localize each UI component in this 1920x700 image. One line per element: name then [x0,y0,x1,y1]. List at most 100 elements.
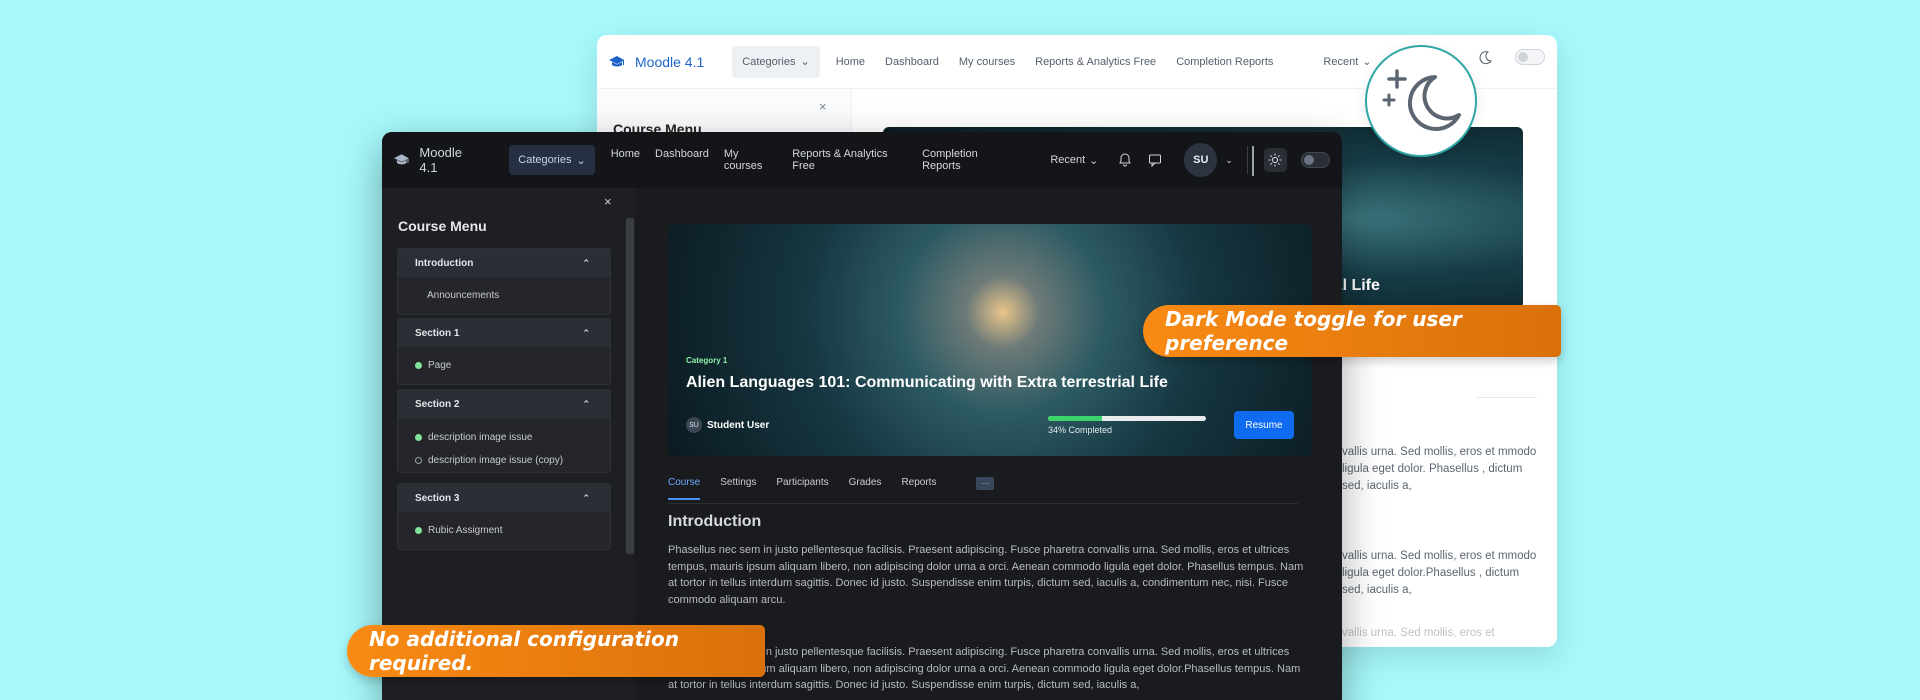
activity-item[interactable]: description image issue (copy) [398,449,610,472]
incomplete-dot-icon [415,457,422,464]
no-config-callout: No additional configuration required. [347,625,765,677]
nav-dashboard[interactable]: Dashboard [655,148,709,172]
graduation-cap-icon [394,154,409,165]
categories-label: Categories [518,154,572,166]
activity-label: description image issue [428,432,533,443]
section-header[interactable]: Section 1 ⌃ [398,319,610,347]
recent-label: Recent [1050,154,1086,166]
student-name: Student User [707,420,770,431]
nav-home[interactable]: Home [836,56,865,68]
completion-dot-icon [415,362,422,369]
nav-completion-reports[interactable]: Completion Reports [1176,56,1273,68]
tab-reports[interactable]: Reports [901,477,936,488]
activity-label: Announcements [427,290,500,301]
nav-my-courses[interactable]: My courses [959,56,1015,68]
section-header[interactable]: Section 3 ⌃ [398,484,610,512]
dark-brand[interactable]: Moodle 4.1 [394,145,481,175]
tab-course[interactable]: Course [668,477,701,500]
activity-item[interactable]: description image issue [398,426,610,449]
moon-stars-icon [1365,45,1477,157]
section-1: Section 1 ⌃ Page [397,318,611,385]
dark-mode-toggle[interactable] [1515,49,1545,65]
progress-bar [1048,416,1206,421]
course-tabs: Course Settings Participants Grades Repo… [668,474,1298,504]
completion-dot-icon [415,527,422,534]
light-theme-controls [1477,49,1545,65]
tab-participants[interactable]: Participants [776,477,828,488]
progress-label: 34% Completed [1048,425,1113,435]
nav-reports[interactable]: Reports & Analytics Free [1035,56,1156,68]
chevron-up-icon: ⌃ [582,492,590,503]
categories-dropdown[interactable]: Categories ⌄ [509,145,595,175]
divider [1246,146,1248,174]
section-header[interactable]: Section 2 ⌃ [398,390,610,418]
dark-nav-links: Home Dashboard My courses Reports & Anal… [611,148,1015,172]
light-brand[interactable]: Moodle 4.1 [609,54,704,70]
section-title: Section 1 [415,327,460,339]
section-title: Introduction [415,257,474,269]
course-main: Category 1 Alien Languages 101: Communic… [635,188,1342,700]
dark-mode-toggle[interactable] [1300,152,1331,168]
nav-home[interactable]: Home [611,148,640,172]
activity-label: Page [428,360,452,371]
completion-dot-icon [415,434,422,441]
intro-paragraph: Phasellus nec sem in justo pellentesque … [668,544,1304,606]
chevron-down-icon: ⌄ [576,154,586,167]
activity-label: description image issue (copy) [428,455,564,466]
dark-mode-callout: Dark Mode toggle for user preference [1143,305,1561,357]
recent-dropdown[interactable]: Recent ⌄ [1050,154,1098,167]
dark-mode-window: Moodle 4.1 Categories ⌄ Home Dashboard M… [382,132,1342,700]
light-paragraph: vallis urna. Sed mollis, eros et [1342,627,1495,639]
category-badge[interactable]: Category 1 [686,356,727,365]
divider [1252,146,1254,176]
close-icon[interactable]: × [604,194,612,209]
course-menu-sidebar: × Course Menu Introduction ⌃ Announcemen… [382,188,635,700]
tab-grades[interactable]: Grades [849,477,882,488]
categories-dropdown[interactable]: Categories ⌄ [732,45,820,78]
dark-navbar: Moodle 4.1 Categories ⌄ Home Dashboard M… [382,132,1342,188]
nav-reports[interactable]: Reports & Analytics Free [792,148,907,172]
categories-label: Categories [742,55,796,68]
chevron-down-icon: ⌄ [800,56,810,68]
activity-item[interactable]: Page [398,347,610,384]
moon-icon[interactable] [1477,49,1493,65]
recent-dropdown[interactable]: Recent ⌄ [1323,55,1371,69]
more-icon[interactable]: ··· [976,477,995,490]
section-title: Section 2 [415,398,460,410]
graduation-cap-icon [609,55,624,66]
sidebar-title: Course Menu [398,218,487,234]
section-introduction: Introduction ⌃ Announcements [397,248,611,315]
divider [1477,397,1537,398]
sidebar-scrollbar[interactable] [626,218,634,554]
resume-button[interactable]: Resume [1234,411,1294,439]
nav-completion-reports[interactable]: Completion Reports [922,148,1014,172]
course-title: Alien Languages 101: Communicating with … [686,374,1168,391]
activity-item[interactable]: Announcements [398,277,610,314]
chevron-up-icon: ⌃ [582,327,590,338]
brand-name: Moodle 4.1 [635,53,705,70]
brand-name: Moodle 4.1 [419,145,463,175]
progress-fill [1048,416,1102,421]
light-nav-links: Home Dashboard My courses Reports & Anal… [836,56,1274,68]
light-paragraph: vallis urna. Sed mollis, eros et mmodo l… [1342,446,1537,492]
sun-icon[interactable] [1263,148,1287,172]
user-avatar[interactable]: SU [1184,143,1218,177]
activity-label: Rubic Assigment [428,525,503,536]
nav-my-courses[interactable]: My courses [724,148,777,172]
section-header[interactable]: Introduction ⌃ [398,249,610,277]
chat-icon[interactable] [1148,153,1162,167]
avatar: SU [686,417,702,433]
chevron-up-icon: ⌃ [582,398,590,409]
section-3: Section 3 ⌃ Rubic Assigment [397,483,611,550]
section-2: Section 2 ⌃ description image issue desc… [397,389,611,473]
section-title: Section 3 [415,492,460,504]
recent-label: Recent [1323,55,1359,68]
chevron-down-icon: ⌄ [1089,154,1099,167]
chevron-up-icon: ⌃ [582,257,590,268]
tab-settings[interactable]: Settings [720,477,756,488]
bell-icon[interactable] [1118,153,1132,167]
close-icon[interactable]: × [819,99,827,114]
activity-item[interactable]: Rubic Assigment [398,512,610,549]
nav-dashboard[interactable]: Dashboard [885,56,939,68]
chevron-down-icon[interactable]: ⌄ [1225,155,1233,166]
